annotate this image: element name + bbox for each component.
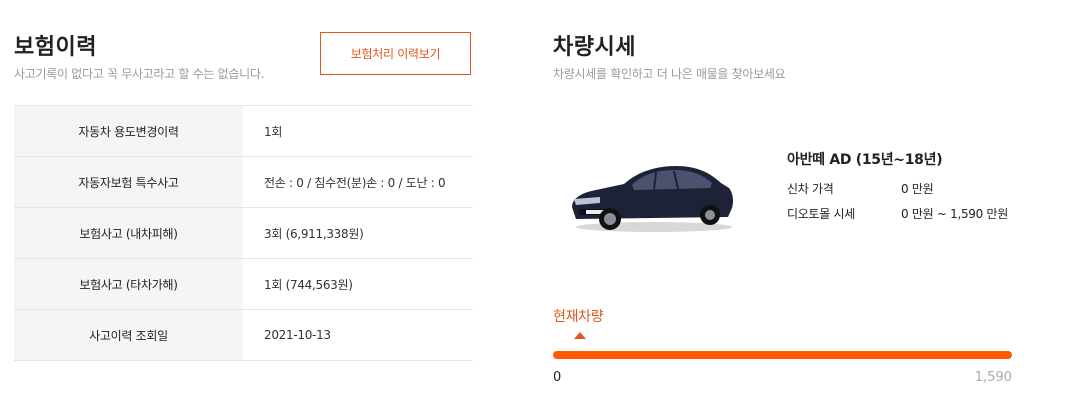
table-row: 보험사고 (타차가해) 1회 (744,563원) [14, 258, 473, 310]
row-value: 2021-10-13 [243, 309, 473, 361]
view-insurance-history-button[interactable]: 보험처리 이력보기 [320, 32, 471, 75]
current-vehicle-marker-icon [574, 332, 586, 339]
row-label: 보험사고 (타차가해) [14, 258, 243, 310]
insurance-history-title: 보험이력 [14, 35, 97, 60]
car-model-name: 아반떼 AD (15년~18년) [787, 152, 943, 168]
row-label: 자동자보험 특수사고 [14, 156, 243, 208]
table-row: 자동자보험 특수사고 전손 : 0 / 침수전(분)손 : 0 / 도난 : 0 [14, 156, 473, 208]
market-price-subtitle: 차량시세를 확인하고 더 나은 매물을 찾아보세요 [553, 67, 786, 81]
market-price-section: 차량시세 차량시세를 확인하고 더 나은 매물을 찾아보세요 아반떼 AD (1… [553, 0, 1053, 416]
row-value: 1회 (744,563원) [243, 258, 473, 310]
insurance-history-subtitle: 사고기록이 없다고 꼭 무사고라고 할 수는 없습니다. [14, 67, 265, 81]
new-car-price-value: 0 만원 [901, 182, 934, 196]
price-range-bar [553, 351, 1012, 359]
row-value: 1회 [243, 105, 473, 157]
insurance-history-table: 자동차 용도변경이력 1회 자동자보험 특수사고 전손 : 0 / 침수전(분)… [14, 105, 473, 361]
car-image [572, 166, 733, 232]
table-row: 보험사고 (내차피해) 3회 (6,911,338원) [14, 207, 473, 259]
new-car-price-label: 신차 가격 [787, 182, 834, 196]
row-label: 자동차 용도변경이력 [14, 105, 243, 157]
row-label: 보험사고 (내차피해) [14, 207, 243, 259]
row-value: 전손 : 0 / 침수전(분)손 : 0 / 도난 : 0 [243, 156, 473, 208]
row-label: 사고이력 조회일 [14, 309, 243, 361]
market-price-label: 디오토몰 시세 [787, 207, 855, 221]
insurance-history-section: 보험이력 사고기록이 없다고 꼭 무사고라고 할 수는 없습니다. 보험처리 이… [14, 0, 473, 416]
row-value: 3회 (6,911,338원) [243, 207, 473, 259]
market-price-value: 0 만원 ~ 1,590 만원 [901, 207, 1008, 221]
price-range-min: 0 [553, 370, 562, 385]
price-range-max: 1,590 [974, 370, 1012, 385]
table-row: 사고이력 조회일 2021-10-13 [14, 309, 473, 361]
current-vehicle-label: 현재차량 [553, 309, 604, 325]
table-row: 자동차 용도변경이력 1회 [14, 105, 473, 157]
market-price-title: 차량시세 [553, 35, 636, 60]
price-range-bar-fill [553, 351, 1012, 359]
